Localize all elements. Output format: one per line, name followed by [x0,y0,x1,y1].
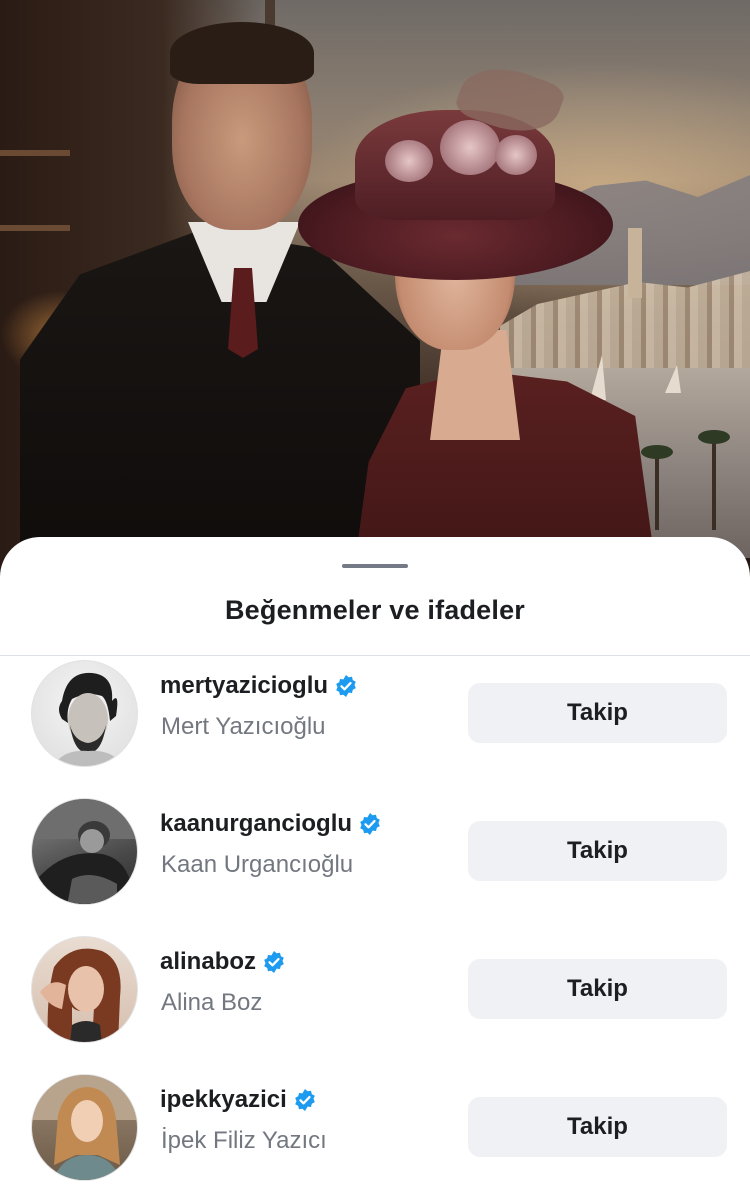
avatar-photo [53,672,123,766]
follow-button[interactable]: Takip [468,1097,727,1157]
username[interactable]: kaanurgancioglu [160,810,382,838]
drag-handle-icon[interactable] [342,564,408,568]
full-name: İpek Filiz Yazıcı [161,1127,327,1154]
follow-button[interactable]: Takip [468,683,727,743]
avatar-photo [32,1075,137,1180]
full-name: Alina Boz [161,989,263,1016]
username[interactable]: mertyazicioglu [160,672,358,700]
username-text[interactable]: ipekkyazici [160,1086,287,1114]
username-text[interactable]: kaanurgancioglu [160,810,352,838]
list-item[interactable]: mertyazicioglu Mert Yazıcıoğlu Takip [0,660,750,780]
verified-badge-icon [358,812,382,836]
username-text[interactable]: mertyazicioglu [160,672,328,700]
divider [0,655,750,656]
sheet-title: Beğenmeler ve ifadeler [224,595,526,625]
list-item[interactable]: ipekkyazici İpek Filiz Yazıcı Takip [0,1074,750,1194]
username[interactable]: alinaboz [160,948,286,976]
avatar[interactable] [31,660,138,767]
full-name: Kaan Urgancıoğlu [161,851,354,878]
follow-button[interactable]: Takip [468,821,727,881]
list-item[interactable]: alinaboz Alina Boz Takip [0,936,750,1056]
username[interactable]: ipekkyazici [160,1086,317,1114]
reactions-sheet: Beğenmeler ve ifadeler mertyazicioglu Me… [0,537,750,1194]
verified-badge-icon [262,950,286,974]
avatar[interactable] [31,1074,138,1181]
verified-badge-icon [334,674,358,698]
username-text[interactable]: alinaboz [160,948,256,976]
list-item[interactable]: kaanurgancioglu Kaan Urgancıoğlu Takip [0,798,750,918]
avatar-photo [32,799,137,904]
verified-badge-icon [293,1088,317,1112]
avatar[interactable] [31,936,138,1043]
follow-button[interactable]: Takip [468,959,727,1019]
post-image [0,0,750,600]
full-name: Mert Yazıcıoğlu [161,713,326,740]
avatar[interactable] [31,798,138,905]
avatar-photo [40,948,121,1042]
